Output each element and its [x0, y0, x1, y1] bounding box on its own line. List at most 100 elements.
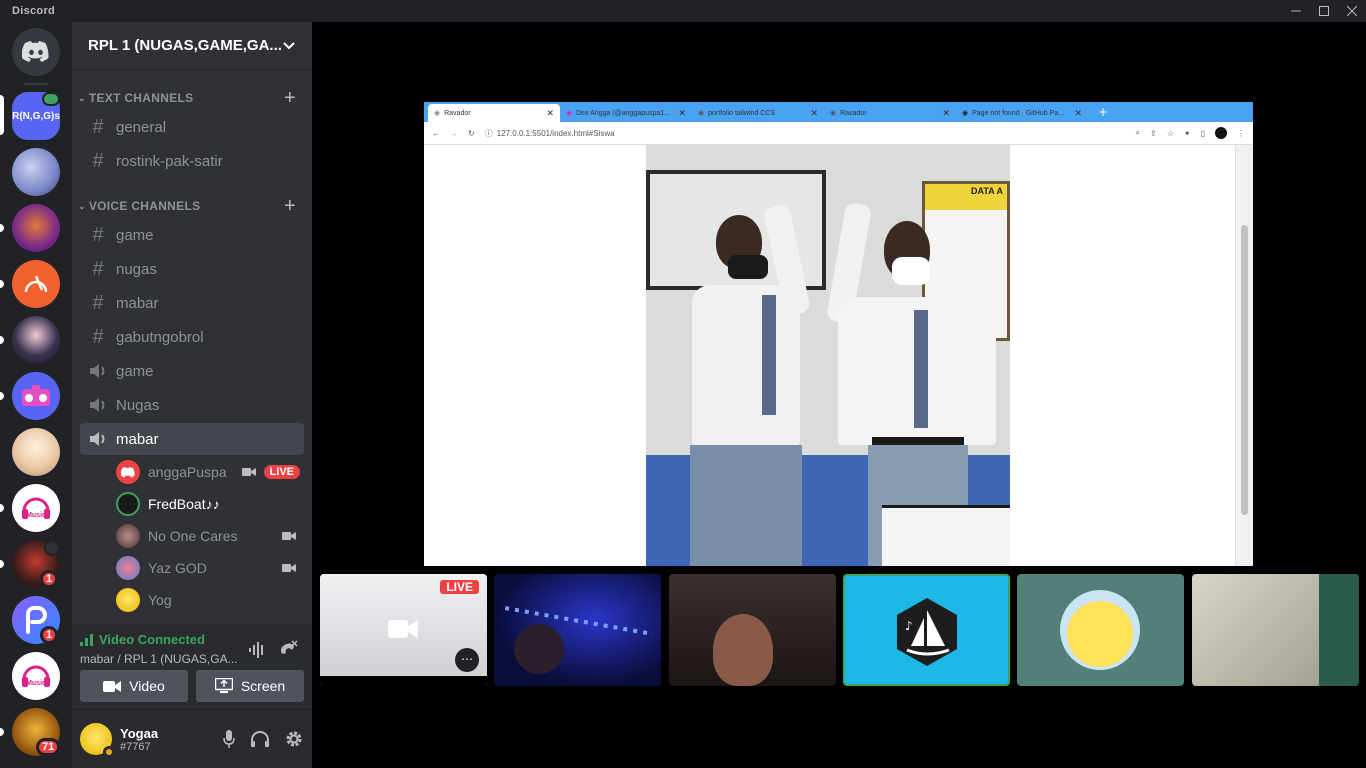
home-button[interactable] [12, 28, 60, 76]
voice-user[interactable]: No One Cares [116, 521, 304, 551]
fredboat-logo-icon: ♪ [897, 598, 957, 666]
screen-share-stream[interactable]: ◉ Ravador ✕ ◉ Dex Angga (@anggapuspa1... ✕ ◉… [424, 102, 1253, 566]
voice-user[interactable]: Yaz GOD [116, 553, 304, 583]
avatar [116, 492, 140, 516]
more-options-icon[interactable]: ⋯ [455, 648, 479, 672]
participant-tile-stream[interactable]: LIVE ⋯ [320, 574, 487, 686]
profile-avatar[interactable] [1215, 127, 1227, 139]
discord-logo-icon [121, 466, 135, 477]
channel-game-text[interactable]: # game [80, 219, 304, 251]
hash-voice-icon: # [92, 223, 104, 246]
category-voice-channels[interactable]: ⌄ VOICE CHANNELS + [72, 195, 312, 218]
server-music-1[interactable]: Music [12, 484, 60, 532]
channel-gabutngobrol[interactable]: # gabutngobrol [80, 321, 304, 353]
unread-pill [0, 336, 4, 344]
video-button[interactable]: Video [80, 670, 188, 702]
user-info[interactable]: Yogaa #7767 [120, 726, 222, 753]
url-field[interactable]: 127.0.0.1:5501/index.html#Siswa [497, 129, 615, 138]
unread-pill [0, 280, 4, 288]
voice-user[interactable]: Yog [116, 585, 304, 615]
tab-close-icon[interactable]: ✕ [810, 108, 818, 119]
voice-channel-nugas[interactable]: Nugas [80, 389, 304, 421]
voice-status-subtitle[interactable]: mabar / RPL 1 (NUGAS,GA... [80, 652, 238, 666]
add-channel-icon[interactable]: + [284, 195, 296, 218]
server-anime-3[interactable] [12, 428, 60, 476]
mask [892, 257, 930, 285]
tab-close-icon[interactable]: ✕ [1074, 108, 1082, 119]
headphones-icon[interactable] [250, 730, 270, 748]
reload-icon[interactable]: ↻ [468, 129, 475, 138]
share-icon[interactable]: ⇪ [1150, 129, 1157, 138]
mention-badge: 1 [40, 626, 59, 644]
svg-text:♪: ♪ [905, 619, 913, 633]
channel-general[interactable]: # general [80, 111, 304, 143]
browser-tab[interactable]: ◉ Dex Angga (@anggapuspa1... ✕ [560, 104, 692, 122]
tab-close-icon[interactable]: ✕ [546, 108, 554, 119]
back-arrow-icon[interactable]: ← [432, 129, 440, 138]
participant-tile-video[interactable] [494, 574, 661, 686]
voice-channel-mabar[interactable]: mabar [80, 423, 304, 455]
browser-tab[interactable]: ◉ Page not found · GitHub Pa... ✕ [956, 104, 1088, 122]
settings-gear-icon[interactable] [284, 729, 304, 749]
mask [728, 255, 768, 279]
server-orange[interactable] [12, 260, 60, 308]
disconnect-icon[interactable] [278, 640, 298, 660]
tab-close-icon[interactable]: ✕ [942, 108, 950, 119]
bookmark-star-icon[interactable]: ☆ [1167, 129, 1174, 138]
channel-mabar-text[interactable]: # mabar [80, 287, 304, 319]
server-music-2[interactable]: Music [12, 652, 60, 700]
forward-arrow-icon[interactable]: → [450, 129, 458, 138]
zoom-icon[interactable]: ⌕ [1136, 128, 1140, 138]
browser-scrollbar[interactable] [1235, 145, 1253, 566]
student-tie [914, 310, 928, 428]
selected-server-pill [0, 95, 4, 135]
channel-rostink-pak-satir[interactable]: # rostink-pak-satir [80, 145, 304, 177]
monitor [882, 505, 1010, 566]
voice-status-title[interactable]: Video Connected [99, 632, 205, 647]
server-boombox[interactable] [12, 372, 60, 420]
voice-channel-game[interactable]: game [80, 355, 304, 387]
video-camera-icon [241, 468, 256, 476]
rail-separator [24, 83, 48, 85]
video-camera-icon [103, 680, 122, 692]
browser-tab[interactable]: ◉ Ravador ✕ [428, 104, 560, 122]
minimize-icon[interactable] [1282, 0, 1310, 22]
browser-tab[interactable]: ◉ portfolio tailwind CCS ✕ [692, 104, 824, 122]
avatar [116, 556, 140, 580]
tab-close-icon[interactable]: ✕ [678, 108, 686, 119]
channel-nugas-text[interactable]: # nugas [80, 253, 304, 285]
maximize-icon[interactable] [1310, 0, 1338, 22]
sidepanel-icon[interactable]: ▯ [1201, 129, 1205, 138]
voice-user[interactable]: anggaPuspa LIVE [116, 457, 304, 487]
noise-suppression-icon[interactable] [248, 642, 266, 658]
speaker-status-icon [44, 540, 60, 556]
microphone-icon[interactable] [222, 729, 236, 749]
close-icon[interactable] [1338, 0, 1366, 22]
user-avatar[interactable] [80, 723, 115, 758]
server-anime-1[interactable] [12, 148, 60, 196]
hash-icon: # [92, 257, 104, 280]
channel-sidebar: RPL 1 (NUGAS,GAME,GA... ⌄ TEXT CHANNELS +… [72, 22, 312, 768]
participant-tile-avatar[interactable] [1017, 574, 1184, 686]
category-text-channels[interactable]: ⌄ TEXT CHANNELS + [72, 87, 312, 110]
add-channel-icon[interactable]: + [284, 87, 296, 110]
username: Yogaa [120, 725, 159, 741]
browser-tab[interactable]: ◉ Ravador ✕ [824, 104, 956, 122]
music-headphones-icon: Music [22, 665, 50, 687]
chevron-down-icon: ⌄ [78, 92, 86, 103]
participant-tile-video[interactable] [669, 574, 836, 686]
browser-menu-icon[interactable]: ⋮ [1237, 129, 1245, 138]
guild-header[interactable]: RPL 1 (NUGAS,GAME,GA... [72, 22, 312, 70]
server-anime-2[interactable] [12, 316, 60, 364]
voice-user[interactable]: FredBoat♪♪ [116, 489, 304, 519]
extensions-icon[interactable]: ✦ [1184, 129, 1191, 138]
tab-favicon-icon: ◉ [434, 110, 441, 117]
server-purple[interactable] [12, 204, 60, 252]
participant-tile-video[interactable] [1192, 574, 1359, 686]
avatar [116, 460, 140, 484]
new-tab-icon[interactable]: + [1098, 105, 1108, 119]
scrollbar-thumb[interactable] [1241, 225, 1248, 515]
screen-share-button[interactable]: Screen [196, 670, 304, 702]
participant-tile-fredboat[interactable]: ♪ [843, 574, 1010, 686]
live-badge: LIVE [440, 580, 479, 594]
